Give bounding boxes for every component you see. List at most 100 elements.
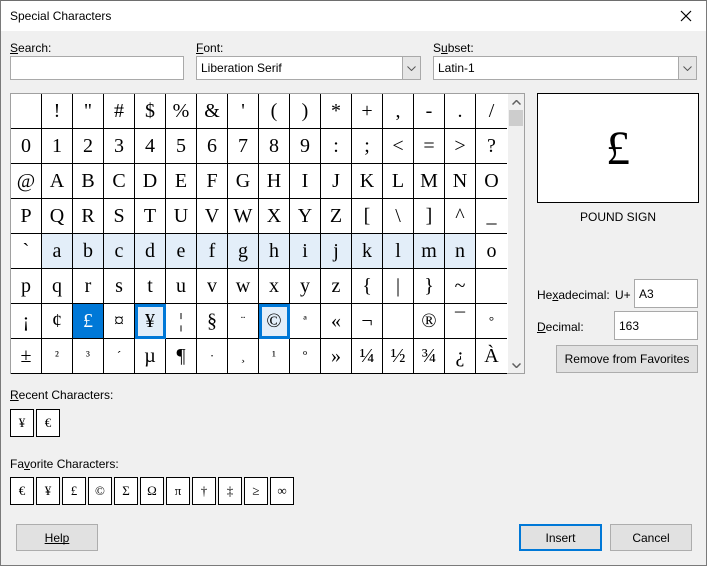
char-cell[interactable]: r [73, 269, 104, 304]
favorite-char-button[interactable]: π [166, 477, 190, 505]
char-cell[interactable]: J [321, 164, 352, 199]
char-cell[interactable]: = [414, 129, 445, 164]
char-cell[interactable]: < [383, 129, 414, 164]
char-cell[interactable]: V [197, 199, 228, 234]
char-cell[interactable]: x [259, 269, 290, 304]
char-cell[interactable]: B [73, 164, 104, 199]
char-cell[interactable]: ´ [104, 339, 135, 374]
char-cell[interactable]: - [414, 94, 445, 129]
favorite-char-button[interactable]: ∞ [270, 477, 294, 505]
subset-dropdown-button[interactable] [678, 57, 696, 79]
char-cell[interactable]: ! [42, 94, 73, 129]
grid-scrollbar[interactable] [508, 94, 524, 373]
char-cell[interactable]: 0 [11, 129, 42, 164]
char-cell[interactable]: 2 [73, 129, 104, 164]
char-cell[interactable]: 7 [228, 129, 259, 164]
insert-button[interactable]: Insert [519, 524, 602, 551]
char-cell[interactable]: t [135, 269, 166, 304]
char-cell[interactable]: ¢ [42, 304, 73, 339]
search-input[interactable] [10, 56, 184, 80]
hexadecimal-input[interactable]: A3 [634, 279, 698, 308]
char-cell[interactable]: ³ [73, 339, 104, 374]
char-cell[interactable]: 4 [135, 129, 166, 164]
remove-from-favorites-button[interactable]: Remove from Favorites [556, 345, 698, 373]
char-cell[interactable]: O [476, 164, 507, 199]
char-cell[interactable]: ^ [445, 199, 476, 234]
char-cell[interactable]: g [228, 234, 259, 269]
char-cell[interactable]: ¶ [166, 339, 197, 374]
char-cell[interactable]: M [414, 164, 445, 199]
char-cell[interactable]: T [135, 199, 166, 234]
char-cell[interactable]: 6 [197, 129, 228, 164]
favorite-char-button[interactable]: Σ [114, 477, 138, 505]
char-cell[interactable]: ¼ [352, 339, 383, 374]
favorite-char-button[interactable]: € [10, 477, 34, 505]
char-cell[interactable]: ½ [383, 339, 414, 374]
char-cell[interactable]: 5 [166, 129, 197, 164]
char-cell[interactable]: h [259, 234, 290, 269]
char-cell[interactable]: ° [476, 304, 507, 339]
char-cell[interactable]: D [135, 164, 166, 199]
char-cell[interactable]: X [259, 199, 290, 234]
char-cell[interactable]: 9 [290, 129, 321, 164]
char-cell[interactable]: u [166, 269, 197, 304]
scroll-up-button[interactable] [508, 94, 524, 110]
favorite-char-button[interactable]: © [88, 477, 112, 505]
char-cell[interactable]: º [290, 339, 321, 374]
char-cell[interactable]: ¯ [445, 304, 476, 339]
decimal-input[interactable]: 163 [614, 311, 698, 340]
char-cell[interactable]: ) [290, 94, 321, 129]
char-cell[interactable]: $ [135, 94, 166, 129]
char-cell[interactable]: w [228, 269, 259, 304]
char-cell[interactable]: > [445, 129, 476, 164]
favorite-char-button[interactable]: Ω [140, 477, 164, 505]
char-cell[interactable]: l [383, 234, 414, 269]
char-cell[interactable]: } [414, 269, 445, 304]
favorite-char-button[interactable]: ¥ [36, 477, 60, 505]
char-cell[interactable]: ¤ [104, 304, 135, 339]
close-button[interactable] [666, 1, 706, 31]
char-cell[interactable]: ¨ [228, 304, 259, 339]
char-cell[interactable]: ] [414, 199, 445, 234]
char-cell[interactable]: p [11, 269, 42, 304]
char-cell[interactable]: » [321, 339, 352, 374]
char-cell[interactable]: £ [73, 304, 104, 339]
char-cell[interactable]: ¾ [414, 339, 445, 374]
subset-select[interactable]: Latin-1 [433, 56, 697, 80]
help-button[interactable]: Help [16, 524, 98, 551]
char-cell[interactable]: Z [321, 199, 352, 234]
char-cell[interactable]: . [445, 94, 476, 129]
char-cell[interactable]: m [414, 234, 445, 269]
char-cell[interactable] [383, 304, 414, 339]
char-cell[interactable]: e [166, 234, 197, 269]
char-cell[interactable]: { [352, 269, 383, 304]
scroll-down-button[interactable] [508, 357, 524, 373]
char-cell[interactable]: K [352, 164, 383, 199]
char-cell[interactable]: v [197, 269, 228, 304]
char-cell[interactable]: A [42, 164, 73, 199]
char-cell[interactable]: « [321, 304, 352, 339]
char-cell[interactable]: o [476, 234, 507, 269]
char-cell[interactable]: ¬ [352, 304, 383, 339]
char-cell[interactable]: 1 [42, 129, 73, 164]
char-cell[interactable]: : [321, 129, 352, 164]
char-cell[interactable]: § [197, 304, 228, 339]
font-dropdown-button[interactable] [402, 57, 420, 79]
char-cell[interactable]: H [259, 164, 290, 199]
favorite-char-button[interactable]: ≥ [244, 477, 268, 505]
char-cell[interactable]: © [259, 304, 290, 339]
char-cell[interactable]: P [11, 199, 42, 234]
char-cell[interactable]: % [166, 94, 197, 129]
char-cell[interactable]: µ [135, 339, 166, 374]
char-cell[interactable]: ¿ [445, 339, 476, 374]
char-cell[interactable]: G [228, 164, 259, 199]
char-cell[interactable]: q [42, 269, 73, 304]
char-cell[interactable]: ± [11, 339, 42, 374]
char-cell[interactable]: ? [476, 129, 507, 164]
char-cell[interactable]: j [321, 234, 352, 269]
char-cell[interactable]: c [104, 234, 135, 269]
char-cell[interactable]: ¥ [135, 304, 166, 339]
char-cell[interactable]: n [445, 234, 476, 269]
char-cell[interactable]: F [197, 164, 228, 199]
char-cell[interactable]: a [42, 234, 73, 269]
